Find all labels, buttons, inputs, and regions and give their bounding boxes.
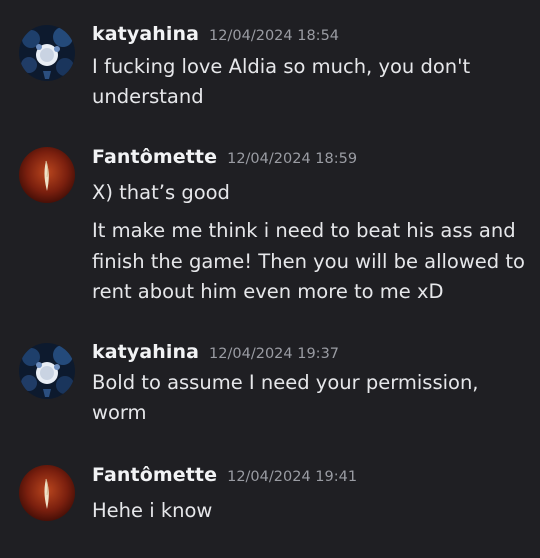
message-header: katyahina 12/04/2024 19:37: [92, 341, 339, 363]
timestamp: 12/04/2024 19:37: [209, 346, 340, 362]
author-name[interactable]: katyahina: [92, 341, 199, 363]
timestamp: 12/04/2024 18:54: [209, 28, 340, 44]
avatar[interactable]: [19, 465, 75, 521]
avatar[interactable]: [19, 25, 75, 81]
message-text-line: I fucking love Aldia so much, you don't: [92, 55, 471, 78]
message-header: Fantômette 12/04/2024 18:59: [92, 146, 357, 168]
fantomette-avatar-icon: [19, 465, 75, 521]
author-name[interactable]: Fantômette: [92, 146, 217, 168]
message-header: katyahina 12/04/2024 18:54: [92, 23, 339, 45]
message-text-line: Bold to assume I need your permission,: [92, 371, 479, 394]
message-text-line: understand: [92, 85, 204, 108]
avatar[interactable]: [19, 343, 75, 399]
katyahina-avatar-icon: [19, 25, 75, 81]
author-name[interactable]: katyahina: [92, 23, 199, 45]
chat-log: katyahina 12/04/2024 18:54 I fucking love…: [0, 0, 540, 558]
message-text-line: finish the game! Then you will be allowe…: [92, 250, 525, 273]
message-text-line: X) that’s good: [92, 181, 230, 204]
timestamp: 12/04/2024 18:59: [227, 151, 358, 167]
message-text-line: rent about him even more to me xD: [92, 280, 444, 303]
message-text-line: worm: [92, 401, 147, 424]
timestamp: 12/04/2024 19:41: [227, 469, 358, 485]
message-header: Fantômette 12/04/2024 19:41: [92, 464, 357, 486]
katyahina-avatar-icon: [19, 343, 75, 399]
author-name[interactable]: Fantômette: [92, 464, 217, 486]
fantomette-avatar-icon: [19, 147, 75, 203]
message-text-line: It make me think i need to beat his ass …: [92, 219, 516, 242]
avatar[interactable]: [19, 147, 75, 203]
message-text-line: Hehe i know: [92, 499, 213, 522]
